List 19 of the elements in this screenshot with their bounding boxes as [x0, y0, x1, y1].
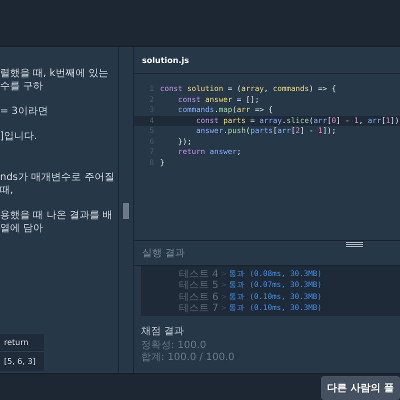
test-name: 테스트 4: [179, 268, 220, 280]
problem-text: nds가 매개변수로 주어질 때,: [0, 171, 116, 197]
table-cell-text: [5, 6, 3]: [3, 356, 37, 368]
scrollbar-thumb[interactable]: [123, 203, 129, 219]
accuracy-text: 정확성: 100.0: [141, 340, 208, 352]
table-header-cell: return: [0, 334, 44, 352]
problem-text: = 3이라면: [0, 105, 49, 118]
grading-title: 채점 결과: [141, 325, 186, 338]
results-title: 실행 결과: [142, 247, 186, 260]
total-text: 합계: 100.0 / 100.0: [141, 352, 236, 364]
test-name: 테스트 7: [179, 302, 220, 316]
problem-text: 렬했을 때, k번째에 있는 수를 구하: [0, 67, 110, 93]
problem-text: ]입니다.: [0, 130, 38, 143]
other-solutions-button[interactable]: 다른 사람의 풀: [321, 376, 400, 400]
test-name: 테스트 6: [179, 290, 220, 304]
resize-handle-icon[interactable]: [346, 242, 363, 248]
file-name[interactable]: solution.js: [142, 56, 189, 64]
test-name: 테스트 5: [179, 279, 220, 292]
problem-text: 용했을 때 나온 결과를 배열에 담아: [0, 209, 114, 235]
